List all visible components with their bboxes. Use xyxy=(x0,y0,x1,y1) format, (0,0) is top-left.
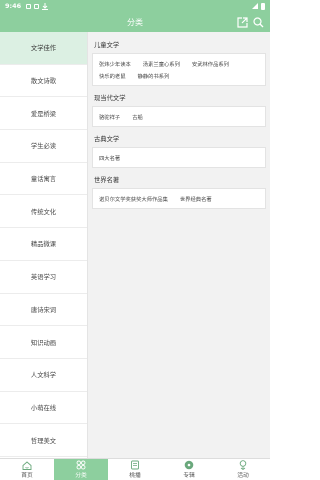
tab-label: 桃播 xyxy=(129,473,141,479)
book-play-icon xyxy=(130,460,140,470)
section-title: 世界名著 xyxy=(94,177,120,184)
bottom-tab-bar: 首页 分类 桃播 专辑 活动 xyxy=(0,458,270,480)
section-title: 现当代文学 xyxy=(94,95,126,102)
tag-item[interactable]: 静静的书系列 xyxy=(138,72,170,80)
flower-icon xyxy=(238,460,248,470)
tab-category[interactable]: 分类 xyxy=(54,459,108,480)
tag-card: 四大名著 xyxy=(92,147,266,168)
grid-icon xyxy=(76,460,86,470)
tab-broadcast[interactable]: 桃播 xyxy=(108,459,162,480)
sidebar-item-knowledge-animation[interactable]: 知识动画 xyxy=(0,326,87,359)
tag-item[interactable]: 张炜少年读本 xyxy=(99,60,131,68)
tab-label: 活动 xyxy=(237,473,249,479)
tab-label: 首页 xyxy=(21,473,33,479)
sidebar-item-love-bridge[interactable]: 爱是桥梁 xyxy=(0,97,87,131)
tag-card: 张炜少年读本 汤素兰童心系列 安武林作品系列 快乐的老鼠 静静的书系列 xyxy=(92,53,266,86)
sidebar-item-prose-poetry[interactable]: 散文诗歌 xyxy=(0,65,87,98)
section-title: 儿童文学 xyxy=(94,42,120,49)
tab-album[interactable]: 专辑 xyxy=(162,459,216,480)
category-content: 儿童文学 张炜少年读本 汤素兰童心系列 安武林作品系列 快乐的老鼠 静静的书系列… xyxy=(88,32,270,458)
app-header: 分类 xyxy=(0,12,270,32)
tag-card: 骆驼祥子 古船 xyxy=(92,106,266,127)
record-icon xyxy=(184,460,194,470)
sidebar-item-label: 童话寓言 xyxy=(30,176,57,184)
tag-item[interactable]: 汤素兰童心系列 xyxy=(143,60,180,68)
tab-label: 专辑 xyxy=(183,473,195,479)
tab-home[interactable]: 首页 xyxy=(0,459,54,480)
sidebar-item-english[interactable]: 英语学习 xyxy=(0,261,87,294)
sidebar-item-label: 英语学习 xyxy=(30,274,57,282)
download-icon xyxy=(42,2,49,10)
sidebar-item-label: 知识动画 xyxy=(30,339,57,347)
sidebar-item-literature[interactable]: 文学佳作 xyxy=(0,32,87,65)
category-sidebar: 文学佳作 散文诗歌 爱是桥梁 学生必读 童话寓言 传统文化 精品微课 英语学习 … xyxy=(0,32,88,458)
sidebar-item-label: 散文诗歌 xyxy=(30,78,57,86)
sidebar-item-label: 精品微课 xyxy=(30,241,57,249)
home-icon xyxy=(22,460,32,470)
sidebar-item-humanities-science[interactable]: 人文科学 xyxy=(0,359,87,392)
notification-icon xyxy=(26,3,32,9)
status-left-icons xyxy=(26,2,49,10)
sidebar-item-xiaomeng-online[interactable]: 小萌在线 xyxy=(0,392,87,425)
status-time: 9:46 xyxy=(5,2,22,10)
sidebar-item-micro-lessons[interactable]: 精品微课 xyxy=(0,228,87,261)
tag-item[interactable]: 骆驼祥子 xyxy=(99,113,120,121)
signal-icon xyxy=(252,3,258,9)
sidebar-item-tang-song-poetry[interactable]: 唐诗宋词 xyxy=(0,294,87,327)
status-right-icons xyxy=(252,2,265,10)
tag-item[interactable]: 世界经典名著 xyxy=(180,195,212,203)
tag-item[interactable]: 四大名著 xyxy=(99,154,120,162)
app-notification-icon xyxy=(34,3,40,9)
sidebar-item-label: 爱是桥梁 xyxy=(30,110,57,118)
tag-item[interactable]: 诺贝尔文学奖获奖大师作品集 xyxy=(99,195,168,203)
sidebar-item-fairy-tales[interactable]: 童话寓言 xyxy=(0,163,87,196)
sidebar-item-label: 学生必读 xyxy=(30,143,57,151)
sidebar-item-label: 哲理美文 xyxy=(30,437,57,445)
status-bar: 9:46 xyxy=(0,0,270,12)
header-actions xyxy=(236,16,264,28)
sidebar-item-philosophy-essays[interactable]: 哲理美文 xyxy=(0,424,87,457)
search-icon[interactable] xyxy=(252,16,264,28)
share-icon[interactable] xyxy=(236,16,248,28)
tag-item[interactable]: 安武林作品系列 xyxy=(192,60,229,68)
section-title: 古典文学 xyxy=(94,136,120,143)
sidebar-item-label: 唐诗宋词 xyxy=(30,306,57,314)
tag-card: 诺贝尔文学奖获奖大师作品集 世界经典名著 xyxy=(92,188,266,209)
tag-item[interactable]: 快乐的老鼠 xyxy=(99,72,126,80)
tag-item[interactable]: 古船 xyxy=(132,113,143,121)
sidebar-item-student-reading[interactable]: 学生必读 xyxy=(0,130,87,163)
sidebar-item-label: 小萌在线 xyxy=(30,404,57,412)
sidebar-item-label: 文学佳作 xyxy=(30,45,57,53)
main-area: 文学佳作 散文诗歌 爱是桥梁 学生必读 童话寓言 传统文化 精品微课 英语学习 … xyxy=(0,32,270,458)
sidebar-item-label: 传统文化 xyxy=(30,208,57,216)
page-title: 分类 xyxy=(127,17,143,27)
sidebar-item-traditional-culture[interactable]: 传统文化 xyxy=(0,195,87,229)
tab-label: 分类 xyxy=(75,473,87,479)
sidebar-item-label: 人文科学 xyxy=(30,372,57,380)
tab-activity[interactable]: 活动 xyxy=(216,459,270,480)
battery-icon xyxy=(261,2,265,10)
